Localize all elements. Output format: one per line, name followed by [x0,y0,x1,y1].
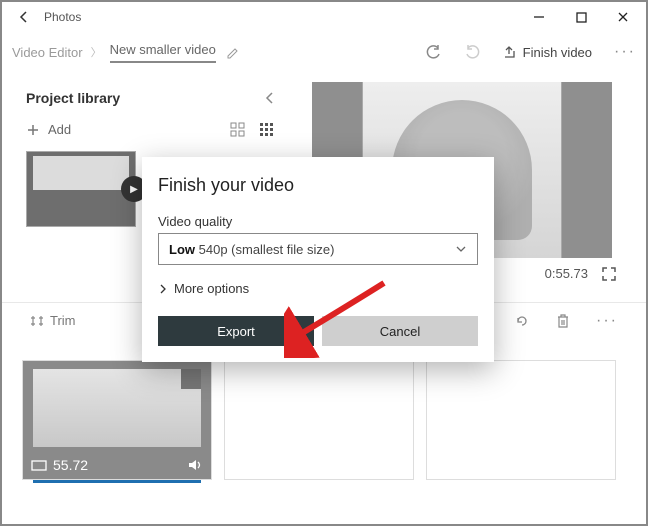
more-options-toggle[interactable]: More options [158,281,478,296]
dialog-title: Finish your video [158,175,478,196]
chevron-right-icon [158,284,168,294]
finish-video-dialog: Finish your video Video quality Low 540p… [142,157,494,362]
chevron-down-icon [455,243,467,255]
export-label: Export [217,324,255,339]
export-button[interactable]: Export [158,316,314,346]
more-options-label: More options [174,281,249,296]
quality-label: Video quality [158,214,478,229]
video-quality-select[interactable]: Low 540p (smallest file size) [158,233,478,265]
cancel-button[interactable]: Cancel [322,316,478,346]
cancel-label: Cancel [380,324,420,339]
